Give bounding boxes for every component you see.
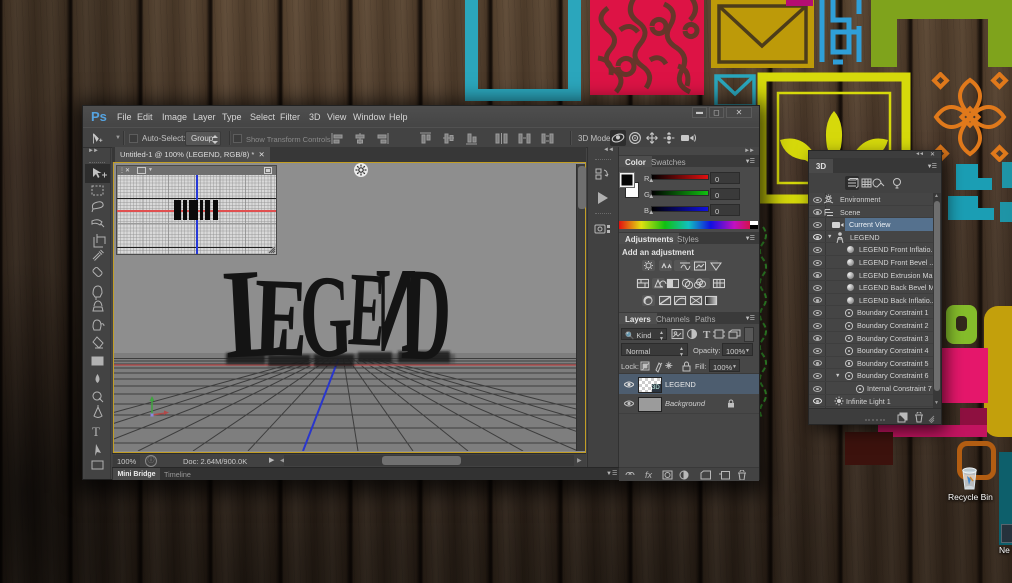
svg-text:D: D (399, 239, 453, 389)
svg-text:T: T (92, 424, 100, 439)
svg-text:fx: fx (645, 470, 653, 480)
svg-text:T: T (703, 329, 711, 340)
